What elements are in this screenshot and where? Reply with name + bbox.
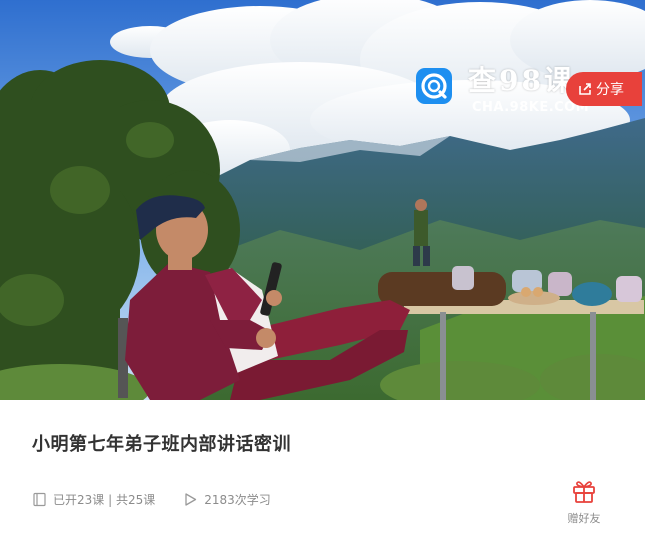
learners-count: 2183次学习 [204,492,271,507]
gift-icon [573,481,595,503]
share-label: 分享 [596,82,624,98]
play-icon [185,492,197,506]
lessons-count: 已开23课 | 共25课 [53,492,156,507]
watermark-logo-icon [416,68,452,104]
gift-label: 赠好友 [567,512,601,525]
course-cover-image: 查98课 CHA.98KE.COM 分享 [0,0,645,400]
watermark-title: 查98课 [468,64,575,97]
course-meta: 已开23课 | 共25课 2183次学习 [32,490,271,508]
book-icon [33,492,46,506]
share-icon [579,83,591,95]
watermark: 查98课 CHA.98KE.COM [416,64,589,120]
gift-friend-button[interactable]: 赠好友 [562,478,606,526]
course-title: 小明第七年弟子班内部讲话密训 [32,434,291,455]
share-button[interactable]: 分享 [566,72,642,106]
